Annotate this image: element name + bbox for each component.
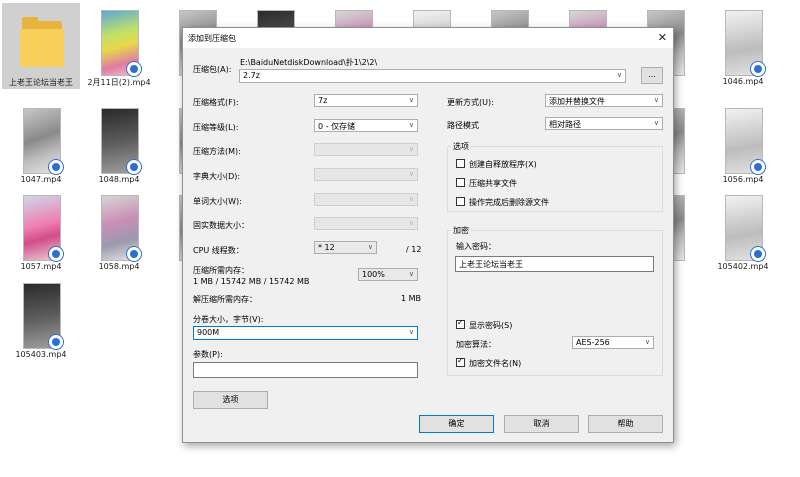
encryption-method-select[interactable]: AES-256 ∨ — [572, 336, 654, 349]
solid-size-label: 固实数据大小： — [193, 221, 249, 230]
path-mode-select[interactable]: 相对路径 ∨ — [545, 117, 663, 130]
chevron-down-icon: ∨ — [408, 195, 414, 203]
mem-percent-select[interactable]: 100% ∨ — [358, 268, 418, 281]
video-badge-icon — [750, 61, 766, 77]
file-item-folder[interactable]: 上老王论坛当老王 — [2, 3, 80, 89]
archive-label: 压缩包(A): — [193, 65, 232, 74]
mem-decompress-value: 1 MB — [401, 294, 422, 303]
chevron-down-icon: ∨ — [653, 119, 659, 127]
chevron-down-icon: ∨ — [408, 328, 414, 336]
word-size-label: 单词大小(W): — [193, 197, 242, 206]
chevron-down-icon: ∨ — [408, 121, 414, 129]
file-item[interactable]: 1056.mp4 — [704, 101, 782, 187]
delete-after-checkbox[interactable] — [456, 197, 465, 206]
chevron-down-icon: ∨ — [408, 96, 414, 104]
file-item[interactable]: 1048.mp4 — [80, 101, 158, 187]
sfx-label: 创建自释放程序(X) — [469, 160, 537, 169]
browse-button[interactable]: ... — [641, 67, 663, 84]
close-icon[interactable]: ✕ — [658, 31, 667, 44]
video-badge-icon — [48, 246, 64, 262]
path-mode-label: 路径模式 — [447, 121, 479, 130]
parameters-input[interactable] — [193, 362, 418, 378]
file-name: 2月11日(2).mp4 — [87, 78, 151, 87]
format-label: 压缩格式(F): — [193, 98, 239, 107]
dialog-title: 添加到压缩包 — [188, 34, 236, 43]
split-size-combo[interactable]: 900M ∨ — [193, 326, 418, 340]
chevron-down-icon: ∨ — [644, 338, 650, 346]
dictionary-select[interactable]: ∨ — [314, 168, 418, 181]
chevron-down-icon: ∨ — [367, 243, 373, 251]
chevron-down-icon: ∨ — [408, 170, 414, 178]
shared-files-label: 压缩共享文件 — [469, 179, 517, 188]
word-size-select[interactable]: ∨ — [314, 193, 418, 206]
mem-decompress-label: 解压缩所需内存： — [193, 295, 257, 304]
file-item[interactable]: 1058.mp4 — [80, 188, 158, 274]
dialog-titlebar: 添加到压缩包 ✕ — [183, 28, 673, 48]
parameters-label: 参数(P): — [193, 350, 223, 359]
chevron-down-icon: ∨ — [408, 270, 414, 278]
mem-compress-label: 压缩所需内存： — [193, 266, 249, 275]
encryption-method-label: 加密算法： — [456, 340, 496, 349]
file-item[interactable]: 2月11日(2).mp4 — [80, 3, 158, 89]
video-badge-icon — [750, 159, 766, 175]
ok-button[interactable]: 确定 — [419, 415, 494, 433]
update-mode-label: 更新方式(U): — [447, 98, 494, 107]
file-name: 上老王论坛当老王 — [9, 78, 73, 87]
solid-size-select[interactable]: ∨ — [314, 217, 418, 230]
file-name: 1058.mp4 — [98, 262, 140, 271]
encrypt-names-checkbox[interactable] — [456, 356, 465, 367]
file-name: 105403.mp4 — [15, 350, 67, 359]
format-select[interactable]: 7z ∨ — [314, 94, 418, 107]
method-label: 压缩方法(M): — [193, 147, 241, 156]
file-name: 1057.mp4 — [20, 262, 62, 271]
level-select[interactable]: 0 - 仅存储 ∨ — [314, 119, 418, 132]
encryption-group-label: 加密 — [451, 225, 471, 236]
chevron-down-icon: ∨ — [616, 71, 622, 79]
archive-name-combo[interactable]: 2.7z ∨ — [239, 69, 626, 83]
method-select[interactable]: ∨ — [314, 143, 418, 156]
options-button[interactable]: 选项 — [193, 391, 268, 409]
archive-path: E:\BaiduNetdiskDownload\扑1\2\2\ — [240, 58, 378, 67]
file-item[interactable]: 105402.mp4 — [704, 188, 782, 274]
video-badge-icon — [126, 246, 142, 262]
update-mode-select[interactable]: 添加并替换文件 ∨ — [545, 94, 663, 107]
split-size-label: 分卷大小，字节(V): — [193, 315, 264, 324]
shared-files-checkbox[interactable] — [456, 178, 465, 187]
cpu-threads-total: / 12 — [406, 245, 422, 254]
mem-compress-value: 1 MB / 15742 MB / 15742 MB — [193, 277, 310, 286]
sfx-checkbox[interactable] — [456, 159, 465, 168]
video-badge-icon — [48, 159, 64, 175]
cpu-threads-select[interactable]: * 12 ∨ — [314, 241, 377, 254]
file-name: 1056.mp4 — [722, 175, 764, 184]
video-badge-icon — [750, 246, 766, 262]
file-name: 1046.mp4 — [722, 77, 764, 86]
video-badge-icon — [48, 334, 64, 350]
show-password-label: 显示密码(S) — [469, 321, 513, 330]
video-badge-icon — [126, 159, 142, 175]
help-button[interactable]: 帮助 — [588, 415, 663, 433]
file-item[interactable]: 1047.mp4 — [2, 101, 80, 187]
cancel-button[interactable]: 取消 — [504, 415, 579, 433]
chevron-down-icon: ∨ — [408, 219, 414, 227]
encrypt-names-label: 加密文件名(N) — [469, 359, 522, 368]
video-badge-icon — [126, 61, 142, 77]
file-item[interactable]: 1057.mp4 — [2, 188, 80, 274]
chevron-down-icon: ∨ — [653, 96, 659, 104]
level-label: 压缩等级(L): — [193, 123, 239, 132]
show-password-checkbox[interactable] — [456, 318, 465, 329]
password-label: 输入密码： — [456, 242, 496, 251]
chevron-down-icon: ∨ — [408, 145, 414, 153]
file-name: 105402.mp4 — [717, 262, 769, 271]
file-item[interactable]: 105403.mp4 — [2, 276, 80, 362]
delete-after-label: 操作完成后删除源文件 — [469, 198, 549, 207]
cpu-threads-label: CPU 线程数： — [193, 246, 244, 255]
add-to-archive-dialog: 添加到压缩包 ✕ 压缩包(A): E:\BaiduNetdiskDownload… — [182, 27, 674, 443]
password-input[interactable]: 上老王论坛当老王 — [455, 256, 654, 272]
dictionary-label: 字典大小(D): — [193, 172, 241, 181]
options-group-label: 选项 — [451, 141, 471, 152]
file-name: 1047.mp4 — [20, 175, 62, 184]
file-item[interactable]: 1046.mp4 — [704, 3, 782, 89]
file-name: 1048.mp4 — [98, 175, 140, 184]
